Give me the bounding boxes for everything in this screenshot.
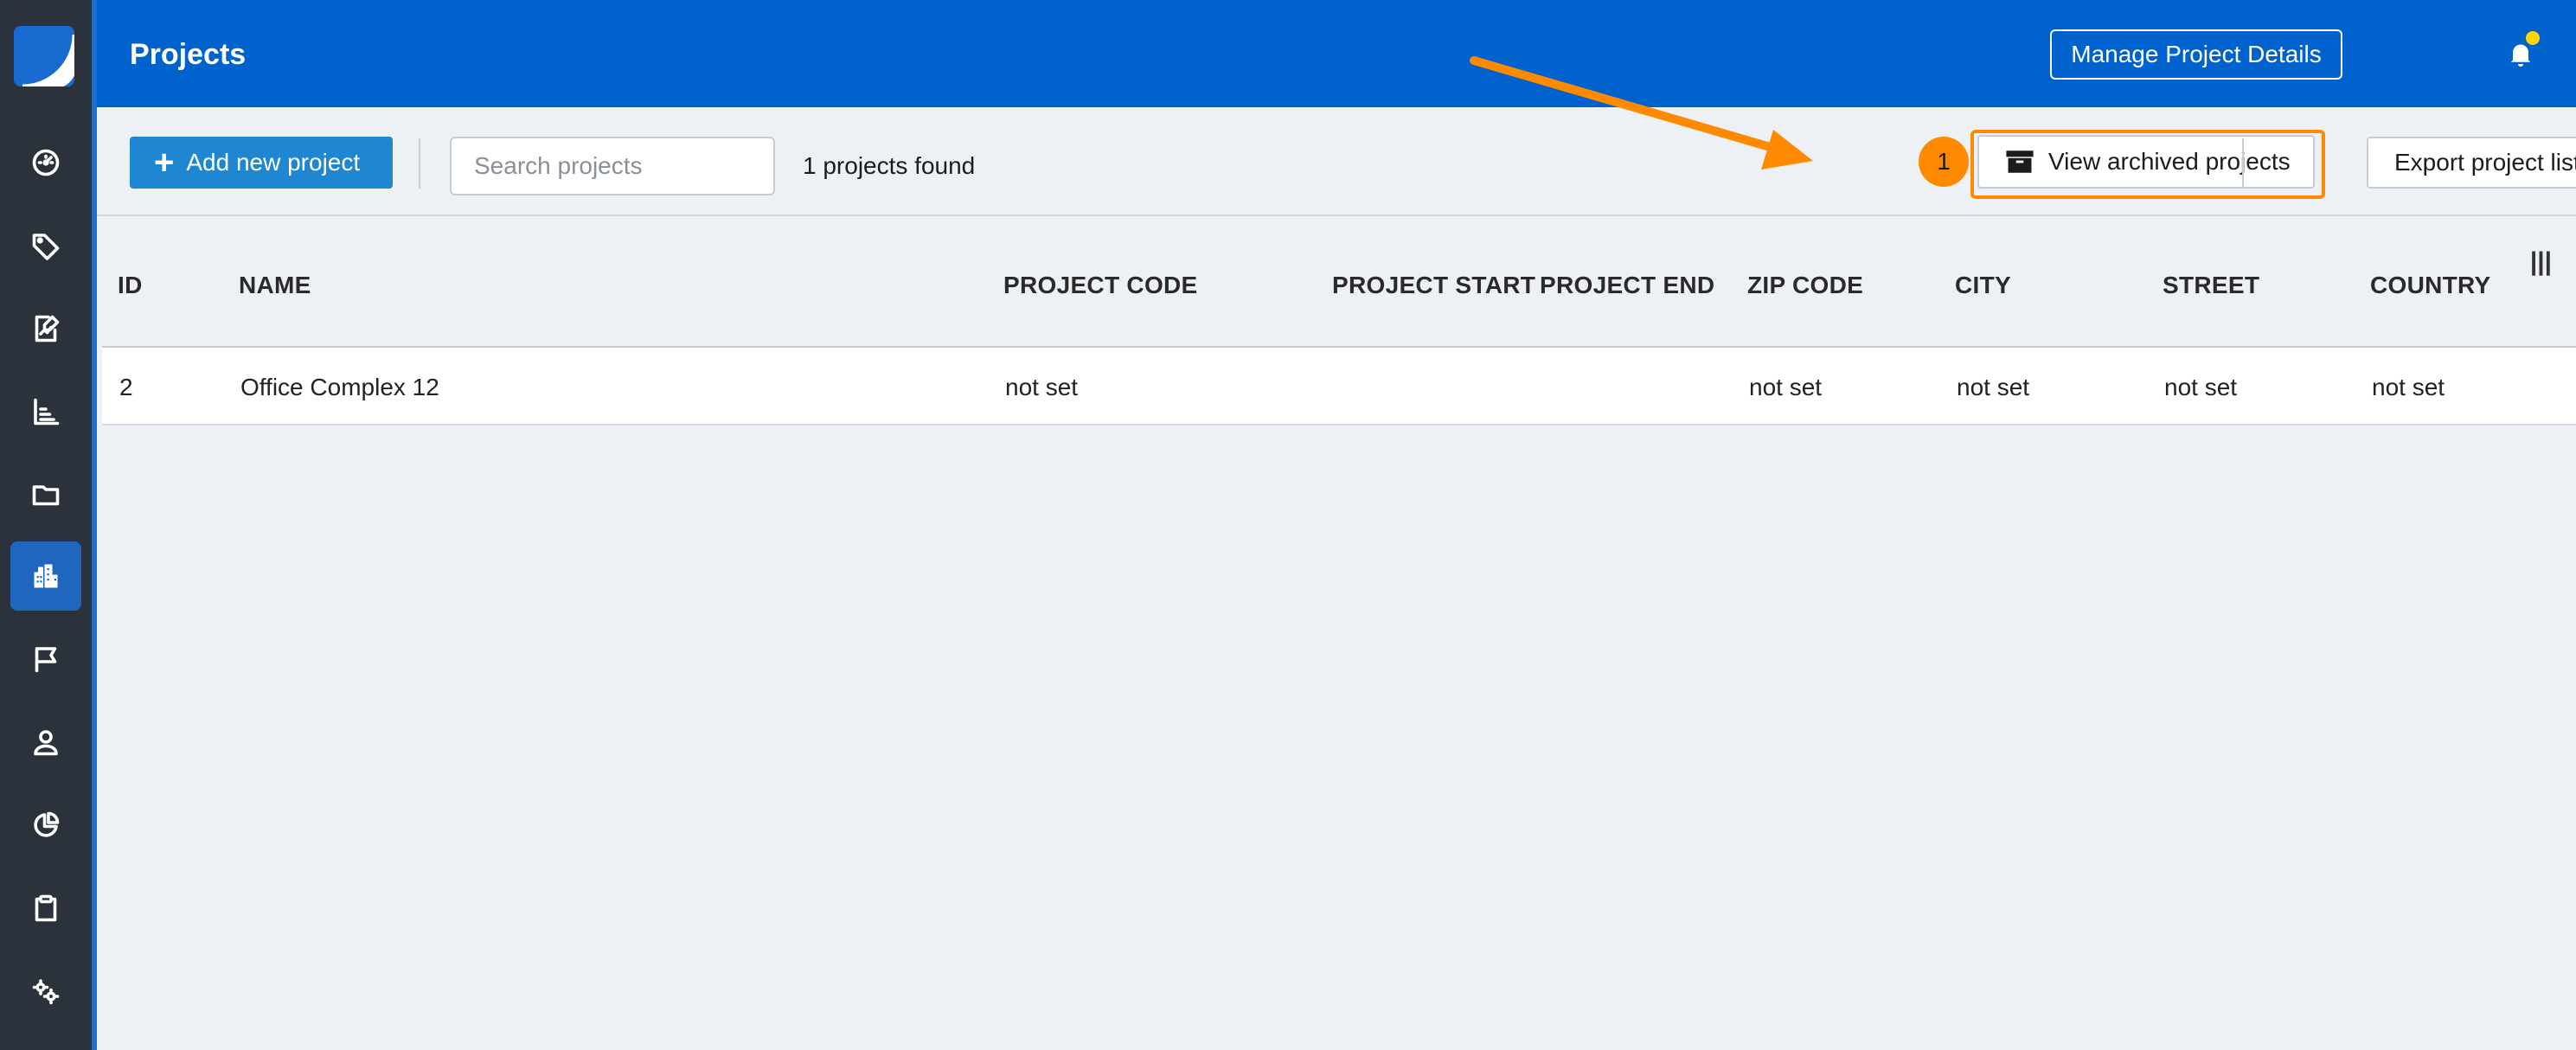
toolbar: + Add new project 1 projects found 1 Vie… [97,107,2576,216]
column-settings-icon[interactable]: ||| [2530,247,2552,277]
column-header-project-end[interactable]: PROJECT END [1540,272,1714,299]
sidebar [0,0,97,1050]
add-new-project-button[interactable]: + Add new project [130,137,393,189]
column-header-city[interactable]: CITY [1955,272,2011,299]
sidebar-item-users[interactable] [10,707,81,777]
cell-name: Office Complex 12 [240,374,439,400]
chart-icon [34,398,60,426]
app: Projects Manage Project Details + Add ne… [0,0,2576,1050]
search-input[interactable] [450,137,775,195]
sidebar-item-charts[interactable] [10,377,81,446]
view-archived-projects-button[interactable]: View archived projects [1977,135,2315,189]
cell-id: 2 [119,374,133,400]
results-count: 1 projects found [803,152,976,179]
user-icon [34,730,58,756]
buildings-icon [34,564,58,588]
sidebar-item-milestones[interactable] [10,624,81,694]
cell-city: not set [1957,374,2030,400]
pie-chart-icon [34,811,60,837]
column-header-zip-code[interactable]: ZIP CODE [1747,272,1863,299]
annotation-step-badge: 1 [1919,137,1969,187]
table-row[interactable]: 2 Office Complex 12 not set not set not … [102,348,2576,426]
column-header-id[interactable]: ID [118,272,143,299]
cell-street: not set [2164,374,2238,400]
tag-icon [32,234,60,260]
notification-dot [2526,31,2540,45]
dashboard-icon [32,149,60,176]
sidebar-item-settings[interactable] [10,957,81,1026]
sidebar-item-analytics[interactable] [10,791,81,860]
page-title: Projects [130,38,247,71]
sidebar-item-dashboard[interactable] [10,128,81,197]
sidebar-item-tasks[interactable] [10,874,81,943]
column-header-name[interactable]: NAME [239,272,311,299]
settings-icon [32,979,60,1005]
logo-icon [14,26,74,86]
document-edit-icon [35,315,60,343]
table-header: ID NAME PROJECT CODE PROJECT START PROJE… [102,218,2576,348]
view-archived-projects-label: View archived projects [2048,148,2291,175]
flag-icon [35,647,57,673]
folder-icon [32,485,60,506]
manage-project-details-button[interactable]: Manage Project Details [2050,29,2342,80]
column-header-street[interactable]: STREET [2163,272,2259,299]
toolbar-divider [2242,138,2244,189]
sidebar-item-projects[interactable] [10,541,81,611]
column-header-country[interactable]: COUNTRY [2370,272,2491,299]
column-header-project-start[interactable]: PROJECT START [1332,272,1535,299]
clipboard-icon [35,894,57,922]
export-project-list-dropdown[interactable]: Export project list [2367,137,2576,189]
toolbar-divider [419,138,420,189]
sidebar-item-reports[interactable] [10,294,81,363]
app-logo[interactable] [14,26,74,86]
cell-zip-code: not set [1749,374,1823,400]
sidebar-item-tags[interactable] [10,211,81,280]
export-project-list-label: Export project list [2394,149,2576,176]
column-header-project-code[interactable]: PROJECT CODE [1003,272,1198,299]
plus-icon: + [154,144,175,182]
archive-box-icon [2006,150,2034,173]
sidebar-item-files[interactable] [10,460,81,529]
add-new-project-label: Add new project [186,149,361,176]
cell-project-code: not set [1005,374,1079,400]
cell-country: not set [2372,374,2445,400]
